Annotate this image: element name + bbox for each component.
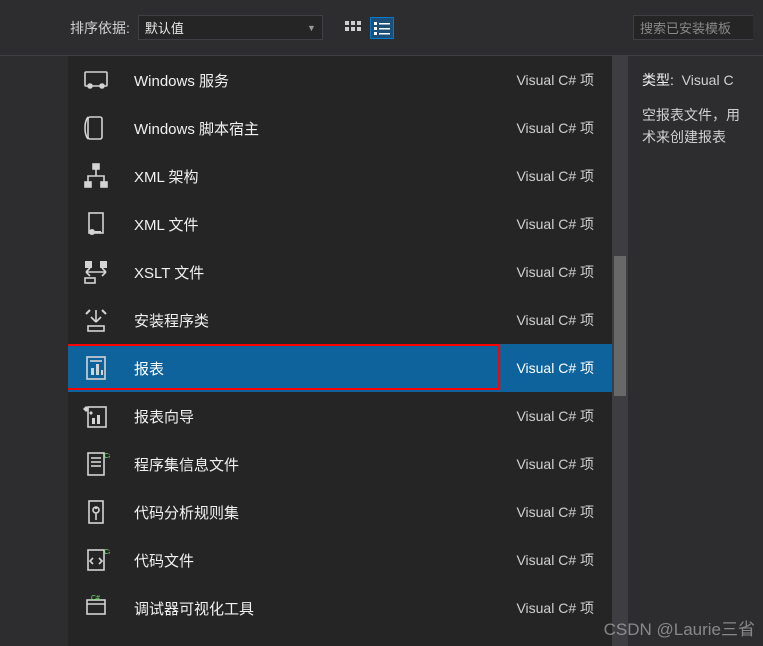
- template-item[interactable]: 报表向导Visual C# 项: [68, 392, 628, 440]
- template-item-language: Visual C# 项: [516, 598, 594, 618]
- template-item-language: Visual C# 项: [516, 166, 594, 186]
- template-item-label: 代码文件: [134, 550, 516, 571]
- template-item-language: Visual C# 项: [516, 118, 594, 138]
- installer-icon: [80, 304, 112, 336]
- template-item[interactable]: 报表Visual C# 项: [68, 344, 628, 392]
- template-list-pane: Windows 服务Visual C# 项Windows 脚本宿主Visual …: [68, 56, 628, 646]
- details-type-value: Visual C: [682, 72, 734, 88]
- details-pane: 类型: Visual C 空报表文件，用 术来创建报表: [628, 56, 763, 646]
- svg-text:C#: C#: [91, 595, 100, 602]
- view-mode-toggle: [341, 17, 394, 39]
- template-item[interactable]: C# 程序集信息文件Visual C# 项: [68, 440, 628, 488]
- template-item[interactable]: XML 文件Visual C# 项: [68, 200, 628, 248]
- report-icon: [80, 352, 112, 384]
- search-input[interactable]: 搜索已安装模板: [633, 15, 753, 40]
- code-file-icon: C#: [80, 544, 112, 576]
- xml-schema-icon: [80, 160, 112, 192]
- template-item-label: XML 文件: [134, 214, 516, 235]
- details-description: 空报表文件，用 术来创建报表: [642, 104, 753, 149]
- template-item-label: 报表: [134, 358, 516, 379]
- sort-by-value: 默认值: [145, 18, 184, 37]
- template-item[interactable]: XSLT 文件Visual C# 项: [68, 248, 628, 296]
- sort-by-label: 排序依据:: [70, 18, 130, 38]
- template-item-language: Visual C# 项: [516, 262, 594, 282]
- xml-file-icon: [80, 208, 112, 240]
- template-item-label: XSLT 文件: [134, 262, 516, 283]
- ruleset-icon: [80, 496, 112, 528]
- sort-by-select[interactable]: 默认值 ▼: [138, 15, 323, 40]
- svg-text:C#: C#: [104, 453, 110, 460]
- template-item-language: Visual C# 项: [516, 406, 594, 426]
- template-item[interactable]: Windows 脚本宿主Visual C# 项: [68, 104, 628, 152]
- template-item[interactable]: 安装程序类Visual C# 项: [68, 296, 628, 344]
- visualizer-icon: C#: [80, 592, 112, 624]
- scrollbar-thumb[interactable]: [614, 256, 626, 396]
- template-item-language: Visual C# 项: [516, 70, 594, 90]
- template-item-language: Visual C# 项: [516, 454, 594, 474]
- template-item-label: XML 架构: [134, 166, 516, 187]
- details-type-line: 类型: Visual C: [642, 70, 753, 90]
- template-item-label: Windows 服务: [134, 70, 516, 91]
- content-area: Windows 服务Visual C# 项Windows 脚本宿主Visual …: [0, 56, 763, 646]
- template-item-label: 报表向导: [134, 406, 516, 427]
- winservice-icon: [80, 64, 112, 96]
- assembly-info-icon: C#: [80, 448, 112, 480]
- template-item-label: 安装程序类: [134, 310, 516, 331]
- template-item-language: Visual C# 项: [516, 550, 594, 570]
- template-item-language: Visual C# 项: [516, 358, 594, 378]
- report-wizard-icon: [80, 400, 112, 432]
- list-view-button[interactable]: [370, 17, 394, 39]
- left-gutter: [0, 56, 68, 646]
- toolbar: 排序依据: 默认值 ▼ 搜索已安装模板: [0, 0, 763, 56]
- xslt-file-icon: [80, 256, 112, 288]
- template-item[interactable]: Windows 服务Visual C# 项: [68, 56, 628, 104]
- template-item-label: Windows 脚本宿主: [134, 118, 516, 139]
- template-item-language: Visual C# 项: [516, 310, 594, 330]
- template-item[interactable]: 代码分析规则集Visual C# 项: [68, 488, 628, 536]
- details-type-label: 类型:: [642, 72, 674, 88]
- grid-icon: [345, 21, 361, 35]
- search-placeholder: 搜索已安装模板: [640, 18, 731, 37]
- scrollbar-track[interactable]: [612, 56, 628, 646]
- template-item[interactable]: C# 调试器可视化工具Visual C# 项: [68, 584, 628, 632]
- svg-text:C#: C#: [104, 549, 110, 556]
- template-item-label: 代码分析规则集: [134, 502, 516, 523]
- template-item-language: Visual C# 项: [516, 214, 594, 234]
- list-icon: [374, 21, 390, 35]
- template-item-label: 调试器可视化工具: [134, 598, 516, 619]
- grid-view-button[interactable]: [341, 17, 365, 39]
- template-item-label: 程序集信息文件: [134, 454, 516, 475]
- chevron-down-icon: ▼: [307, 23, 316, 33]
- template-item[interactable]: XML 架构Visual C# 项: [68, 152, 628, 200]
- template-item[interactable]: C# 代码文件Visual C# 项: [68, 536, 628, 584]
- script-host-icon: [80, 112, 112, 144]
- template-item-language: Visual C# 项: [516, 502, 594, 522]
